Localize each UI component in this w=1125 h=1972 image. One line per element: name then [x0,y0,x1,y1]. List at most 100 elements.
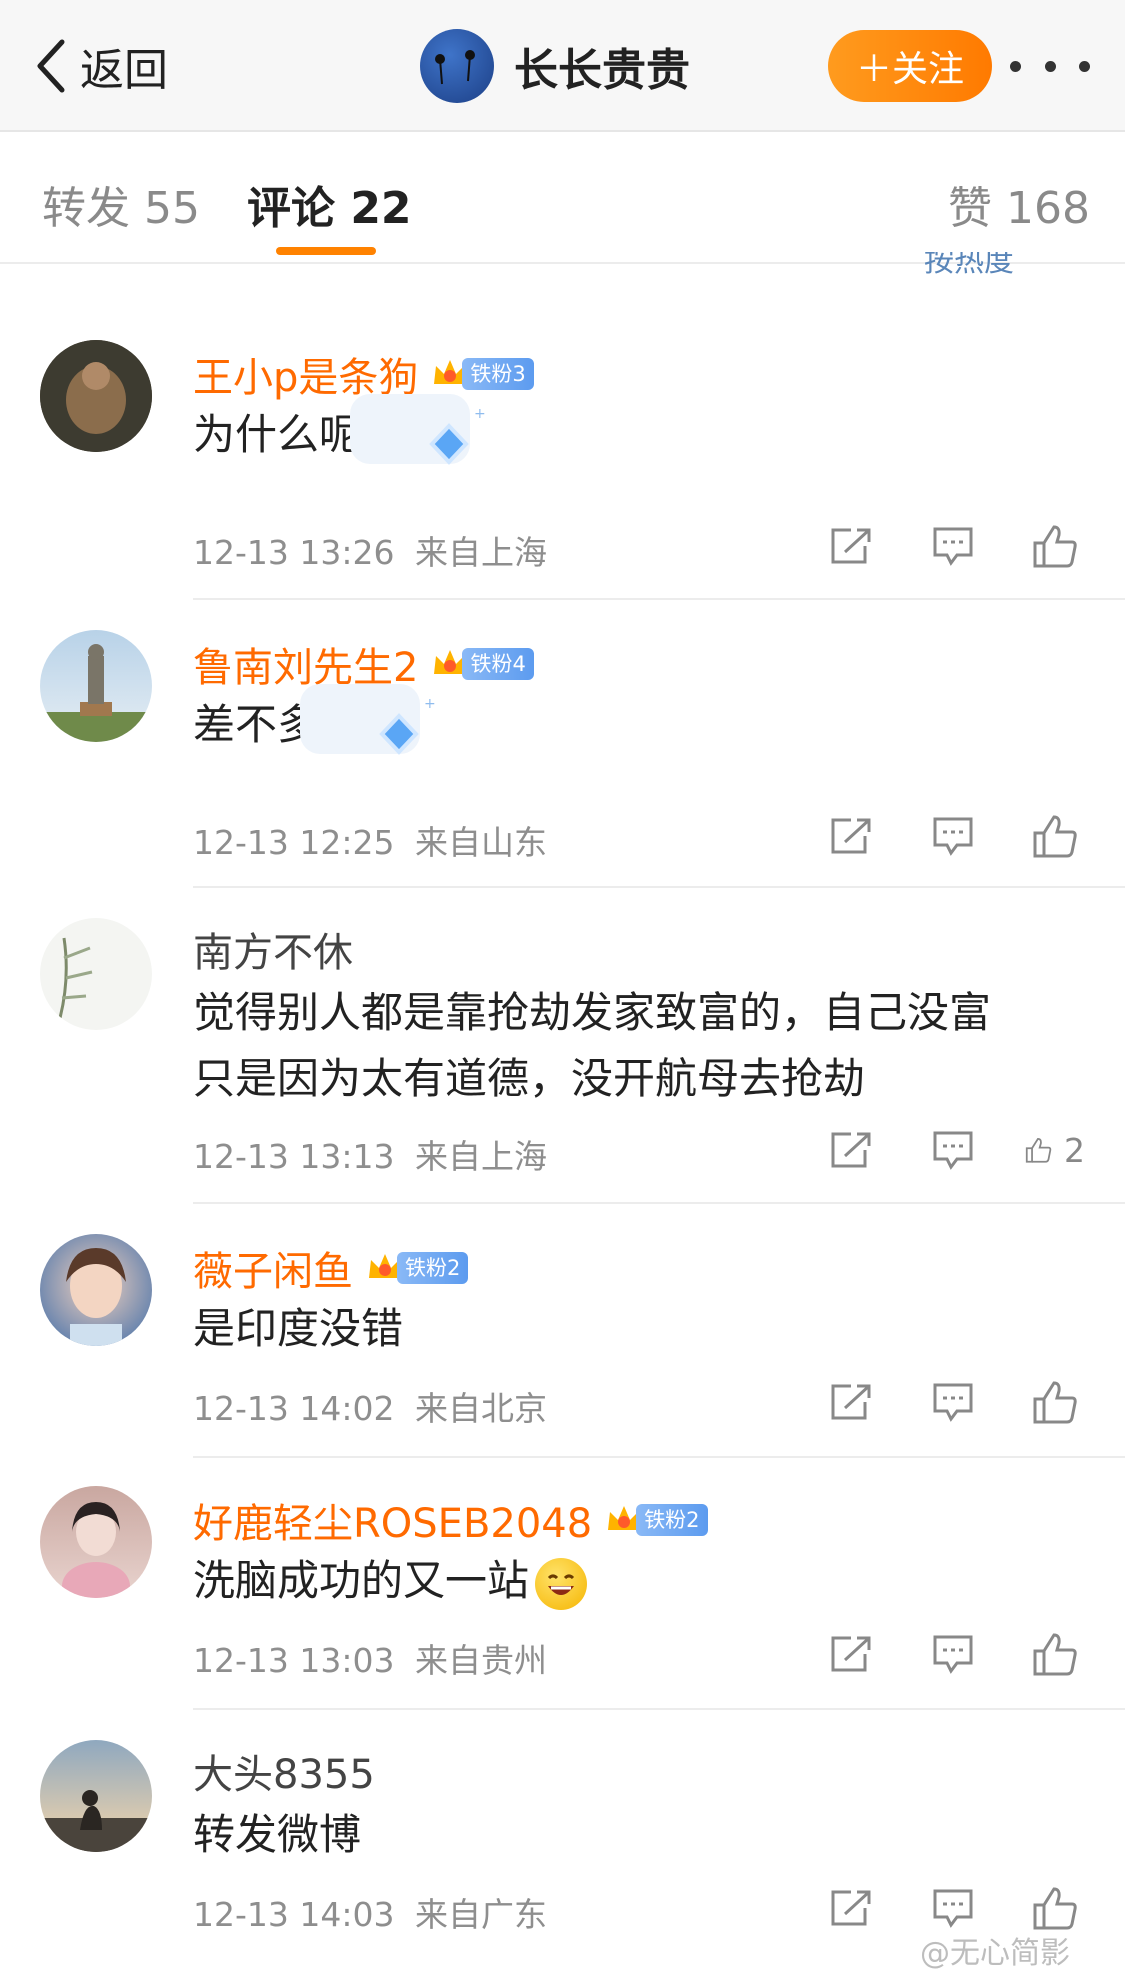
tab-likes[interactable]: 赞 168 [948,172,1090,236]
name-row: 鲁南刘先生2 铁粉4 [193,637,534,691]
laughing-emoji-icon [535,1557,588,1610]
like-button[interactable] [1025,1624,1085,1684]
comment-text: 为什么呢 [193,410,362,459]
location: 来自山东 [414,823,547,862]
comment-meta: 12-13 12:25 来自山东 [193,816,547,864]
divider [193,1708,1125,1710]
thumbs-up-icon [1033,525,1077,568]
comment-text: 洗脑成功的又一站 [193,1548,1073,1614]
comment-meta: 12-13 13:13 来自上海 [193,1130,547,1178]
username[interactable]: 南方不休 [193,920,353,978]
timestamp: 12-13 13:13 [193,1137,395,1176]
thumbs-up-icon [1033,1633,1077,1676]
repost-button[interactable] [821,806,881,866]
watermark: @无心简影 [920,1936,1070,1971]
active-tab-indicator [276,247,376,255]
timestamp: 12-13 13:26 [193,533,395,572]
back-button[interactable]: 返回 [36,28,168,104]
reply-button[interactable] [923,806,983,866]
comment-text: 觉得别人都是靠抢劫发家致富的，自己没富 只是因为太有道德，没开航母去抢劫 [193,980,1073,1112]
comment-icon [933,1131,973,1170]
top-bar: 返回 长长贵贵 ＋关注 [0,0,1125,132]
avatar[interactable] [40,630,152,742]
reply-button[interactable] [923,1120,983,1180]
username[interactable]: 薇子闲鱼 [193,1239,353,1297]
username[interactable]: 大头8355 [193,1742,375,1800]
comment-text-body: 洗脑成功的又一站 [193,1556,530,1605]
thumbs-up-icon [1033,1887,1077,1930]
location: 来自上海 [414,1137,547,1176]
page-title: 长长贵贵 [514,45,690,96]
avatar[interactable] [40,1234,152,1346]
comment-actions [779,1372,1085,1432]
like-button[interactable] [1025,516,1085,576]
location: 来自上海 [414,533,547,572]
comment-icon [933,1635,973,1674]
location: 来自贵州 [414,1641,547,1680]
thumbs-up-icon [1025,1137,1052,1163]
divider [193,886,1125,888]
repost-button[interactable] [821,516,881,576]
timestamp: 12-13 14:02 [193,1389,395,1428]
timestamp: 12-13 12:25 [193,823,395,862]
profile-title[interactable]: 长长贵贵 [420,28,690,104]
like-button[interactable] [1025,1372,1085,1432]
tab-repost[interactable]: 转发 55 [42,172,200,236]
comment-icon [933,1889,973,1928]
repost-button[interactable] [821,1120,881,1180]
comment-icon [933,1383,973,1422]
comment-actions: 2 [779,1120,1085,1180]
more-icon[interactable] [1010,46,1090,86]
bubble-decoration-icon: + [300,684,436,755]
username[interactable]: 好鹿轻尘ROSEB2048 [193,1491,592,1549]
back-label: 返回 [80,45,168,96]
tab-bar: 转发 55 评论 22 赞 168 [0,132,1125,264]
fan-badge[interactable]: 铁粉2 [604,1500,708,1540]
comment-actions [779,806,1085,866]
like-button[interactable] [1025,806,1085,866]
avatar[interactable] [40,918,152,1030]
reply-button[interactable] [923,516,983,576]
sort-toggle[interactable]: 按热度 [924,252,1014,276]
share-icon [831,528,871,564]
avatar[interactable] [420,29,494,103]
name-row: 王小p是条狗 铁粉3 [193,347,534,401]
repost-button[interactable] [821,1878,881,1938]
share-icon [831,1384,871,1420]
comment-icon [933,527,973,566]
tab-comments[interactable]: 评论 22 [247,172,412,236]
repost-button[interactable] [821,1624,881,1684]
fan-badge[interactable]: 铁粉3 [430,354,534,394]
reply-button[interactable] [923,1372,983,1432]
like-button[interactable]: 2 [1025,1120,1085,1180]
timestamp: 12-13 14:03 [193,1895,395,1934]
name-row: 好鹿轻尘ROSEB2048 铁粉2 [193,1493,708,1547]
reply-button[interactable] [923,1624,983,1684]
thumbs-up-icon [1033,815,1077,858]
comment-actions [779,1624,1085,1684]
repost-button[interactable] [821,1372,881,1432]
comment-text-line: 只是因为太有道德，没开航母去抢劫 [193,1054,866,1103]
fan-badge[interactable]: 铁粉2 [365,1248,469,1288]
chevron-left-icon [37,39,65,93]
bubble-decoration-icon: + [350,394,486,465]
divider [193,1456,1125,1458]
name-row: 南方不休 [193,922,353,976]
divider [193,1202,1125,1204]
timestamp: 12-13 13:03 [193,1641,395,1680]
follow-button[interactable]: ＋关注 [828,30,992,102]
name-row: 薇子闲鱼 铁粉2 [193,1239,469,1297]
comment-text: 是印度没错 [193,1304,404,1353]
comment-actions [779,516,1085,576]
location: 来自北京 [414,1389,547,1428]
location: 来自广东 [414,1895,547,1934]
comment-meta: 12-13 14:03 来自广东 [193,1888,547,1936]
avatar[interactable] [40,340,152,452]
comment-text: 转发微博 [193,1810,362,1859]
fan-badge[interactable]: 铁粉4 [430,644,534,684]
name-row: 大头8355 [193,1744,375,1798]
avatar[interactable] [40,1486,152,1598]
share-icon [831,1890,871,1926]
avatar[interactable] [40,1740,152,1852]
comment-text-line: 觉得别人都是靠抢劫发家致富的，自己没富 [193,988,992,1037]
